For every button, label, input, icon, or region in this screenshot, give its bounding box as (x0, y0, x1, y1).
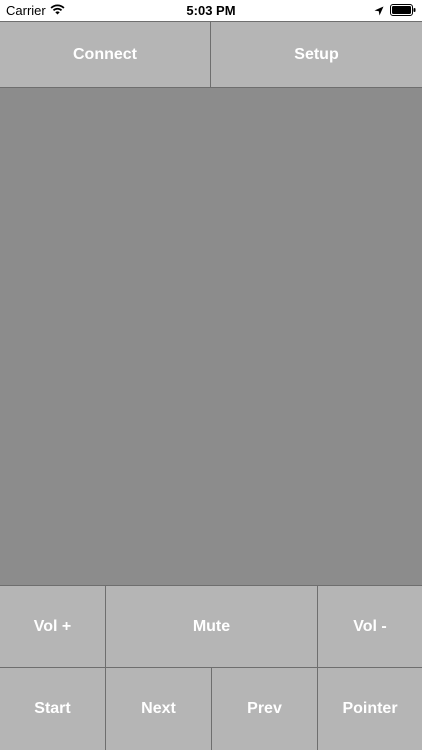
vol-up-button[interactable]: Vol + (0, 586, 106, 667)
volume-row: Vol + Mute Vol - (0, 586, 422, 667)
pointer-button[interactable]: Pointer (318, 668, 422, 750)
vol-down-button[interactable]: Vol - (318, 586, 422, 667)
location-arrow-icon (374, 4, 384, 19)
setup-button[interactable]: Setup (211, 22, 422, 87)
status-right (374, 4, 416, 19)
status-bar: Carrier 5:03 PM (0, 0, 422, 21)
prev-button[interactable]: Prev (212, 668, 318, 750)
mute-button[interactable]: Mute (106, 586, 318, 667)
status-time: 5:03 PM (186, 3, 236, 18)
control-row: Start Next Prev Pointer (0, 668, 422, 750)
start-button[interactable]: Start (0, 668, 106, 750)
touchpad-area[interactable] (0, 88, 422, 585)
connect-button[interactable]: Connect (0, 22, 211, 87)
next-button[interactable]: Next (106, 668, 212, 750)
battery-icon (390, 4, 416, 19)
top-button-row: Connect Setup (0, 22, 422, 87)
